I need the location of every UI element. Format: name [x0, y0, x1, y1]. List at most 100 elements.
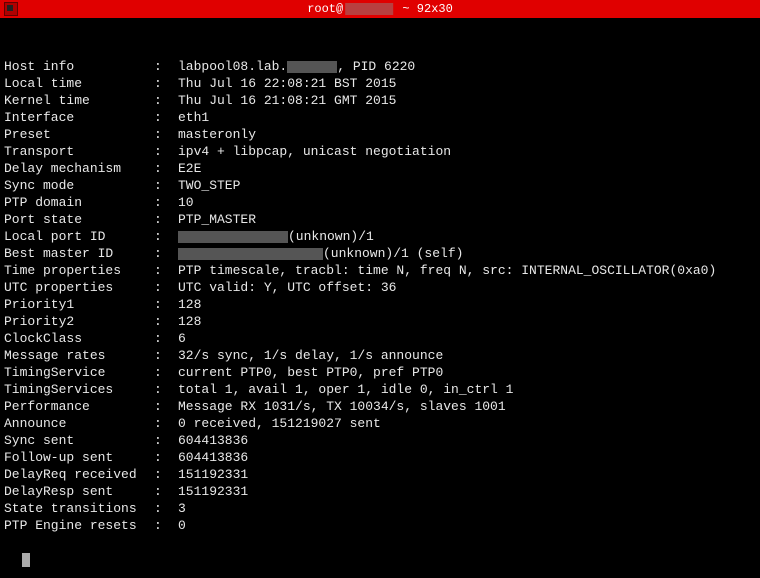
- redacted-text: [287, 61, 337, 73]
- status-label: Message rates: [4, 347, 154, 364]
- status-label: DelayReq received: [4, 466, 154, 483]
- status-row: Preset: masteronly: [4, 126, 756, 143]
- colon-sep: :: [154, 92, 178, 109]
- status-label: Preset: [4, 126, 154, 143]
- status-label: Local port ID: [4, 228, 154, 245]
- status-row: PTP Engine resets: 0: [4, 517, 756, 534]
- status-row: ClockClass: 6: [4, 330, 756, 347]
- colon-sep: :: [154, 398, 178, 415]
- status-row: Time properties: PTP timescale, tracbl: …: [4, 262, 756, 279]
- status-value: current PTP0, best PTP0, pref PTP0: [178, 364, 756, 381]
- status-label: Performance: [4, 398, 154, 415]
- status-value: eth1: [178, 109, 756, 126]
- status-label: ClockClass: [4, 330, 154, 347]
- status-row: TimingService: current PTP0, best PTP0, …: [4, 364, 756, 381]
- status-value: 3: [178, 500, 756, 517]
- status-value: 0: [178, 517, 756, 534]
- status-value: 10: [178, 194, 756, 211]
- status-value: Thu Jul 16 22:08:21 BST 2015: [178, 75, 756, 92]
- status-label: UTC properties: [4, 279, 154, 296]
- colon-sep: :: [154, 500, 178, 517]
- colon-sep: :: [154, 58, 178, 75]
- status-value: 6: [178, 330, 756, 347]
- value-text: (unknown)/1 (self): [323, 246, 463, 261]
- status-row: Sync sent: 604413836: [4, 432, 756, 449]
- colon-sep: :: [154, 75, 178, 92]
- colon-sep: :: [154, 432, 178, 449]
- status-value: 128: [178, 313, 756, 330]
- colon-sep: :: [154, 262, 178, 279]
- status-value: PTP_MASTER: [178, 211, 756, 228]
- status-value: total 1, avail 1, oper 1, idle 0, in_ctr…: [178, 381, 756, 398]
- status-value: masteronly: [178, 126, 756, 143]
- redacted-text: [178, 248, 323, 260]
- status-value: UTC valid: Y, UTC offset: 36: [178, 279, 756, 296]
- status-value: Message RX 1031/s, TX 10034/s, slaves 10…: [178, 398, 756, 415]
- terminal-output[interactable]: Host info: labpool08.lab., PID 6220Local…: [0, 18, 760, 578]
- status-row: Follow-up sent: 604413836: [4, 449, 756, 466]
- status-label: Sync sent: [4, 432, 154, 449]
- status-label: Time properties: [4, 262, 154, 279]
- status-value: ipv4 + libpcap, unicast negotiation: [178, 143, 756, 160]
- status-value: 0 received, 151219027 sent: [178, 415, 756, 432]
- title-dims: ~ 92x30: [395, 2, 453, 16]
- terminal-cursor: [22, 553, 30, 567]
- status-value: 151192331: [178, 466, 756, 483]
- status-label: Port state: [4, 211, 154, 228]
- status-row: Kernel time: Thu Jul 16 21:08:21 GMT 201…: [4, 92, 756, 109]
- colon-sep: :: [154, 109, 178, 126]
- status-label: TimingServices: [4, 381, 154, 398]
- window-menu-icon[interactable]: [4, 2, 18, 16]
- status-value: PTP timescale, tracbl: time N, freq N, s…: [178, 262, 756, 279]
- status-label: Local time: [4, 75, 154, 92]
- colon-sep: :: [154, 160, 178, 177]
- status-value: labpool08.lab., PID 6220: [178, 58, 756, 75]
- colon-sep: :: [154, 143, 178, 160]
- status-label: Priority1: [4, 296, 154, 313]
- status-label: Host info: [4, 58, 154, 75]
- colon-sep: :: [154, 194, 178, 211]
- colon-sep: :: [154, 313, 178, 330]
- status-label: DelayResp sent: [4, 483, 154, 500]
- value-text: (unknown)/1: [288, 229, 374, 244]
- status-value: 604413836: [178, 449, 756, 466]
- status-row: Local time: Thu Jul 16 22:08:21 BST 2015: [4, 75, 756, 92]
- colon-sep: :: [154, 211, 178, 228]
- redacted-text: [178, 231, 288, 243]
- colon-sep: :: [154, 126, 178, 143]
- colon-sep: :: [154, 245, 178, 262]
- status-row: State transitions: 3: [4, 500, 756, 517]
- status-row: Performance: Message RX 1031/s, TX 10034…: [4, 398, 756, 415]
- status-row: DelayResp sent: 151192331: [4, 483, 756, 500]
- value-text: , PID 6220: [337, 59, 415, 74]
- status-value: 604413836: [178, 432, 756, 449]
- status-row: DelayReq received: 151192331: [4, 466, 756, 483]
- status-row: Interface: eth1: [4, 109, 756, 126]
- colon-sep: :: [154, 347, 178, 364]
- status-row: Message rates: 32/s sync, 1/s delay, 1/s…: [4, 347, 756, 364]
- status-label: Best master ID: [4, 245, 154, 262]
- colon-sep: :: [154, 517, 178, 534]
- status-label: PTP domain: [4, 194, 154, 211]
- colon-sep: :: [154, 279, 178, 296]
- status-label: Priority2: [4, 313, 154, 330]
- window-titlebar[interactable]: root@ ~ 92x30: [0, 0, 760, 18]
- status-label: Follow-up sent: [4, 449, 154, 466]
- status-label: Sync mode: [4, 177, 154, 194]
- status-row: Priority2: 128: [4, 313, 756, 330]
- status-label: Kernel time: [4, 92, 154, 109]
- status-row: Transport: ipv4 + libpcap, unicast negot…: [4, 143, 756, 160]
- status-label: TimingService: [4, 364, 154, 381]
- status-row: TimingServices: total 1, avail 1, oper 1…: [4, 381, 756, 398]
- status-row: Host info: labpool08.lab., PID 6220: [4, 58, 756, 75]
- status-row: Announce: 0 received, 151219027 sent: [4, 415, 756, 432]
- status-value: (unknown)/1: [178, 228, 756, 245]
- status-row: Priority1: 128: [4, 296, 756, 313]
- status-value: Thu Jul 16 21:08:21 GMT 2015: [178, 92, 756, 109]
- colon-sep: :: [154, 483, 178, 500]
- colon-sep: :: [154, 364, 178, 381]
- status-label: State transitions: [4, 500, 154, 517]
- status-value: TWO_STEP: [178, 177, 756, 194]
- status-row: Delay mechanism: E2E: [4, 160, 756, 177]
- colon-sep: :: [154, 466, 178, 483]
